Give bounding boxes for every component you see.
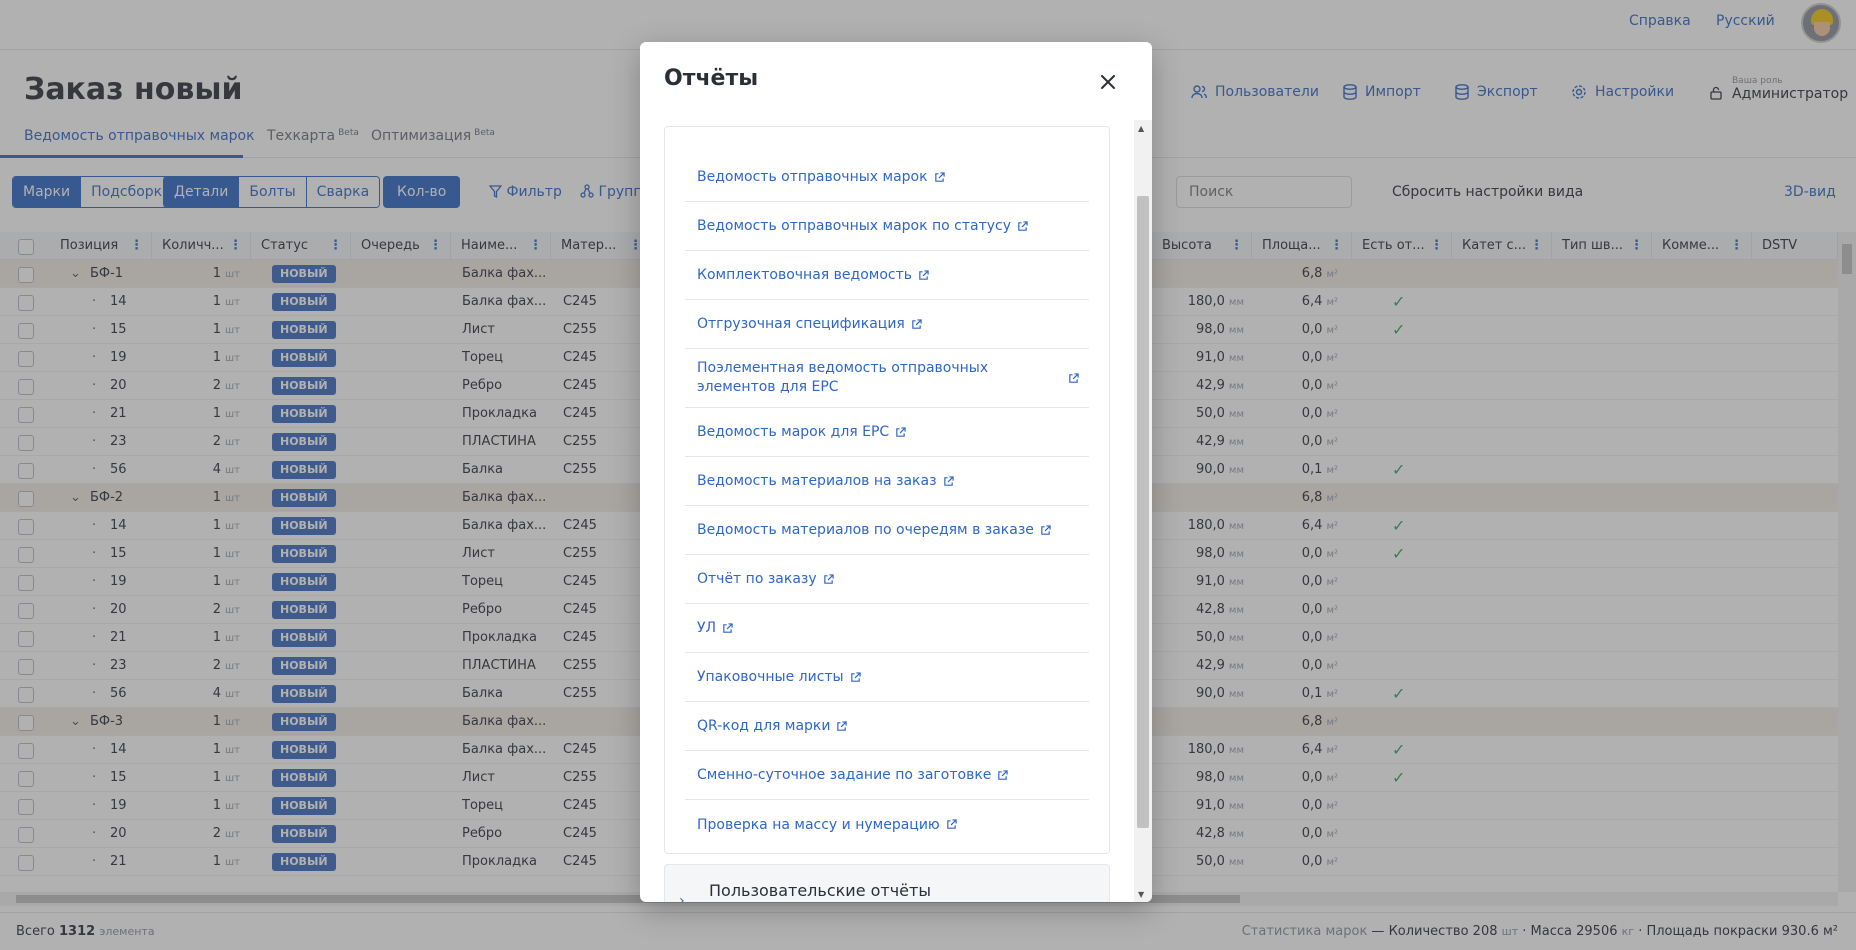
report-label: Упаковочные листы: [697, 669, 844, 685]
report-link[interactable]: Поэлементная ведомость отправочных элеме…: [685, 349, 1089, 408]
report-label: Отчёт по заказу: [697, 571, 817, 587]
report-label: Ведомость материалов на заказ: [697, 473, 937, 489]
report-link[interactable]: Ведомость марок для EPC: [685, 408, 1089, 457]
external-link-icon: [946, 819, 957, 829]
report-label: Ведомость отправочных марок: [697, 169, 928, 185]
external-link-icon: [1041, 524, 1051, 535]
external-link-icon: [723, 622, 733, 633]
user-reports-section[interactable]: › Пользовательские отчёты: [664, 864, 1110, 902]
report-link[interactable]: Упаковочные листы: [685, 653, 1089, 702]
external-link-icon: [823, 573, 834, 584]
external-link-icon: [837, 720, 848, 731]
reports-dialog: Отчёты Ведомость отправочных марок Ведомо…: [640, 42, 1152, 902]
close-icon[interactable]: [1096, 70, 1120, 94]
external-link-icon: [912, 318, 922, 329]
report-link[interactable]: Ведомость материалов на заказ: [685, 457, 1089, 506]
report-link[interactable]: Сменно-суточное задание по заготовке: [685, 751, 1089, 800]
external-link-icon: [943, 475, 954, 486]
scroll-down-icon[interactable]: ▼: [1138, 890, 1144, 899]
report-label: УЛ: [697, 620, 717, 636]
external-link-icon: [998, 769, 1009, 780]
report-label: Комплектовочная ведомость: [697, 267, 912, 283]
dialog-scrollbar[interactable]: ▲ ▼: [1134, 120, 1152, 902]
external-link-icon: [1018, 220, 1028, 231]
report-label: QR-код для марки: [697, 718, 831, 734]
reports-panel: Ведомость отправочных марок Ведомость отп…: [664, 126, 1110, 854]
report-label: Проверка на массу и нумерацию: [697, 816, 940, 833]
external-link-icon: [1069, 372, 1079, 383]
report-label: Ведомость материалов по очередям в заказ…: [697, 522, 1034, 538]
report-label: Отгрузочная спецификация: [697, 316, 905, 332]
external-link-icon: [896, 426, 906, 437]
report-label: Поэлементная ведомость отправочных элеме…: [697, 360, 989, 395]
report-link[interactable]: QR-код для марки: [685, 702, 1089, 751]
report-link[interactable]: Ведомость отправочных марок по статусу: [685, 202, 1089, 251]
dialog-body: Ведомость отправочных марок Ведомость отп…: [640, 120, 1152, 902]
report-link[interactable]: Отгрузочная спецификация: [685, 300, 1089, 349]
report-label: Ведомость отправочных марок по статусу: [697, 218, 1012, 234]
scroll-thumb[interactable]: [1137, 196, 1149, 828]
report-link[interactable]: УЛ: [685, 604, 1089, 653]
report-link[interactable]: Комплектовочная ведомость: [685, 251, 1089, 300]
dialog-title: Отчёты: [664, 66, 759, 91]
section-label: Пользовательские отчёты: [709, 881, 931, 900]
external-link-icon: [850, 671, 861, 682]
chevron-right-icon[interactable]: ›: [679, 893, 685, 902]
report-link[interactable]: Ведомость материалов по очередям в заказ…: [685, 506, 1089, 555]
scroll-up-icon[interactable]: ▲: [1138, 124, 1144, 133]
report-link[interactable]: Проверка на массу и нумерацию: [685, 800, 1089, 849]
external-link-icon: [919, 269, 929, 280]
report-link[interactable]: Отчёт по заказу: [685, 555, 1089, 604]
report-link[interactable]: Ведомость отправочных марок: [685, 153, 1089, 202]
report-label: Сменно-суточное задание по заготовке: [697, 767, 992, 783]
external-link-icon: [934, 171, 945, 182]
report-label: Ведомость марок для EPC: [697, 424, 890, 440]
